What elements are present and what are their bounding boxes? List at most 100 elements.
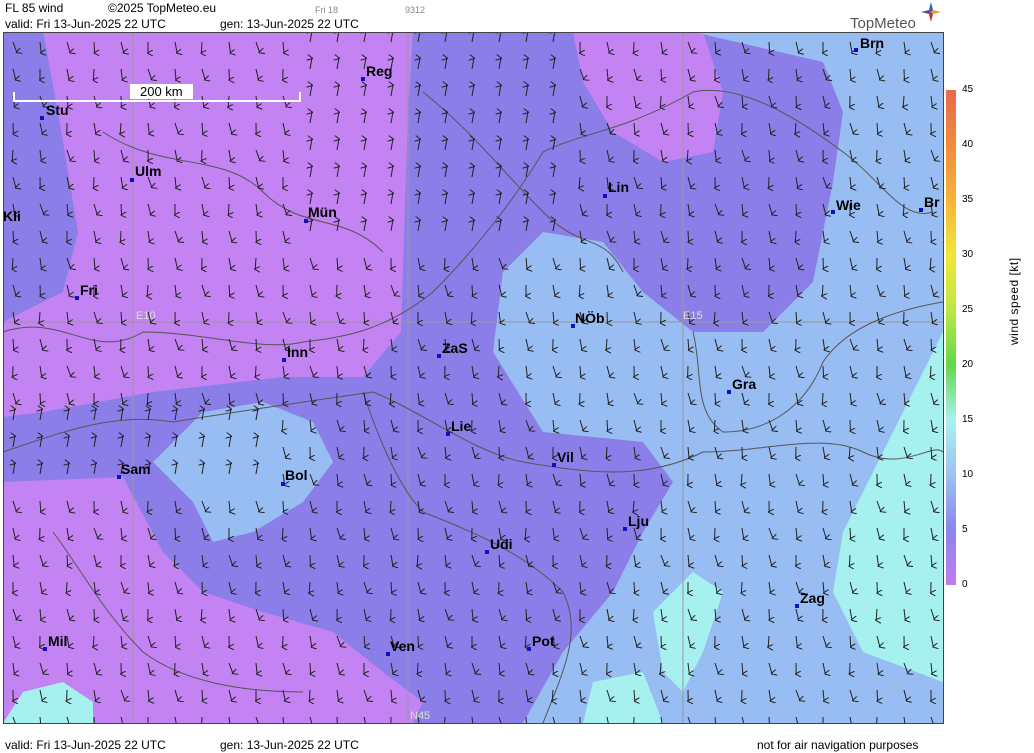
legend-band — [946, 530, 956, 585]
wind-arrow — [715, 392, 716, 404]
city-marker — [831, 210, 835, 214]
wind-arrow — [67, 554, 68, 566]
city-label-nob[interactable]: NÖb — [575, 311, 605, 326]
city-marker — [75, 296, 79, 300]
code-label: 9312 — [405, 5, 426, 15]
city-marker — [43, 647, 47, 651]
wind-arrow — [471, 311, 472, 323]
city-label-inn[interactable]: Inn — [287, 345, 308, 360]
city-label-fri[interactable]: Fri — [80, 283, 98, 298]
valid-time: valid: Fri 13-Jun-2025 22 UTC — [5, 17, 166, 31]
grid-label-e15: E15 — [683, 310, 703, 322]
wind-arrow — [310, 662, 311, 674]
city-label-bol[interactable]: Bol — [285, 468, 308, 483]
city-marker — [623, 527, 627, 531]
header-bar: FL 85 wind ©2025 TopMeteo.eu Fri 18 9312… — [0, 0, 943, 32]
city-marker — [854, 48, 858, 52]
city-label-gra[interactable]: Gra — [732, 377, 756, 392]
wind-arrow — [876, 716, 878, 723]
wind-arrow — [202, 689, 203, 701]
city-label-mun[interactable]: Mün — [308, 205, 337, 220]
footer-disclaimer: not for air navigation purposes — [757, 738, 919, 752]
city-marker — [361, 77, 365, 81]
city-label-ulm[interactable]: Ulm — [135, 164, 161, 179]
wind-arrow — [579, 284, 580, 296]
legend-tick-label: 0 — [962, 579, 968, 590]
wind-arrow — [796, 203, 797, 215]
legend-band — [946, 90, 956, 145]
footer-bar: valid: Fri 13-Jun-2025 22 UTC gen: 13-Ju… — [0, 738, 943, 753]
city-label-reg[interactable]: Reg — [366, 64, 392, 79]
wind-arrow — [634, 581, 635, 593]
wind-arrow — [769, 41, 770, 53]
city-label-vil[interactable]: Vil — [557, 450, 574, 465]
gen-time: gen: 13-Jun-2025 22 UTC — [220, 17, 359, 31]
city-label-stu[interactable]: Stu — [46, 103, 69, 118]
city-label-lin[interactable]: Lin — [608, 180, 629, 195]
city-label-udi[interactable]: Udi — [490, 537, 513, 552]
wind-arrow — [201, 716, 203, 723]
compass-star-icon — [921, 2, 941, 22]
legend-band — [946, 200, 956, 255]
wind-arrow — [850, 527, 851, 539]
wind-arrow — [580, 257, 581, 269]
wind-arrow — [714, 419, 715, 431]
legend-tick-label: 10 — [962, 469, 974, 480]
wind-arrow — [283, 500, 284, 512]
wind-arrow — [418, 635, 419, 647]
legend-tick-label: 40 — [962, 139, 974, 150]
legend-tick-label: 5 — [962, 524, 968, 535]
wind-speed-legend — [946, 90, 956, 585]
product-title: FL 85 wind — [5, 1, 64, 15]
legend-tick-label: 35 — [962, 194, 974, 205]
legend-band — [946, 255, 956, 310]
city-label-sam[interactable]: Sam — [121, 462, 151, 477]
wind-arrow — [849, 554, 850, 566]
wind-arrow — [175, 527, 176, 539]
wind-map[interactable]: 200 km E10 E15 N45 Stu Reg Brn Ulm Lin W… — [3, 32, 943, 723]
wind-arrow — [687, 257, 688, 269]
city-label-zas[interactable]: ZaS — [442, 341, 468, 356]
city-label-pot[interactable]: Pot — [532, 634, 555, 649]
wind-arrow — [309, 689, 310, 701]
city-marker — [552, 463, 556, 467]
city-label-br[interactable]: Br — [924, 195, 940, 210]
legend-band — [946, 365, 956, 420]
wind-arrow — [66, 581, 67, 593]
copyright: ©2025 TopMeteo.eu — [108, 1, 217, 15]
wind-arrow — [229, 176, 230, 188]
wind-arrow — [877, 689, 878, 701]
city-label-brn[interactable]: Brn — [860, 36, 884, 51]
wind-arrow — [417, 662, 418, 674]
city-label-kli[interactable]: Kli — [3, 209, 21, 224]
wind-arrow — [228, 203, 229, 215]
wind-arrow — [148, 365, 149, 377]
legend-band — [946, 420, 956, 475]
city-label-zag[interactable]: Zag — [800, 591, 825, 606]
legend-tick-label: 45 — [962, 84, 974, 95]
wind-arrow — [255, 365, 256, 377]
wind-arrow — [930, 365, 931, 377]
city-label-ven[interactable]: Ven — [390, 639, 415, 654]
wind-arrow — [93, 716, 95, 723]
wind-arrow — [256, 338, 257, 350]
topmeteo-logo: TopMeteo — [850, 15, 916, 32]
wind-arrow — [633, 608, 634, 620]
legend-tick-label: 20 — [962, 359, 974, 370]
wind-arrow — [768, 716, 770, 723]
city-label-lju[interactable]: Lju — [628, 514, 649, 529]
wind-arrow — [499, 446, 500, 458]
wind-arrow — [607, 419, 608, 431]
legend-tick-label: 30 — [962, 249, 974, 260]
wind-arrow — [364, 311, 365, 323]
city-label-lie[interactable]: Lie — [451, 419, 471, 434]
wind-arrow — [363, 338, 364, 350]
city-marker — [485, 550, 489, 554]
scale-label: 200 km — [130, 84, 193, 99]
wind-arrow — [823, 365, 824, 377]
wind-arrow — [660, 95, 661, 107]
city-marker — [727, 390, 731, 394]
city-label-wie[interactable]: Wie — [836, 198, 861, 213]
city-label-mil[interactable]: Mil — [48, 634, 67, 649]
footer-valid: valid: Fri 13-Jun-2025 22 UTC — [5, 738, 166, 752]
